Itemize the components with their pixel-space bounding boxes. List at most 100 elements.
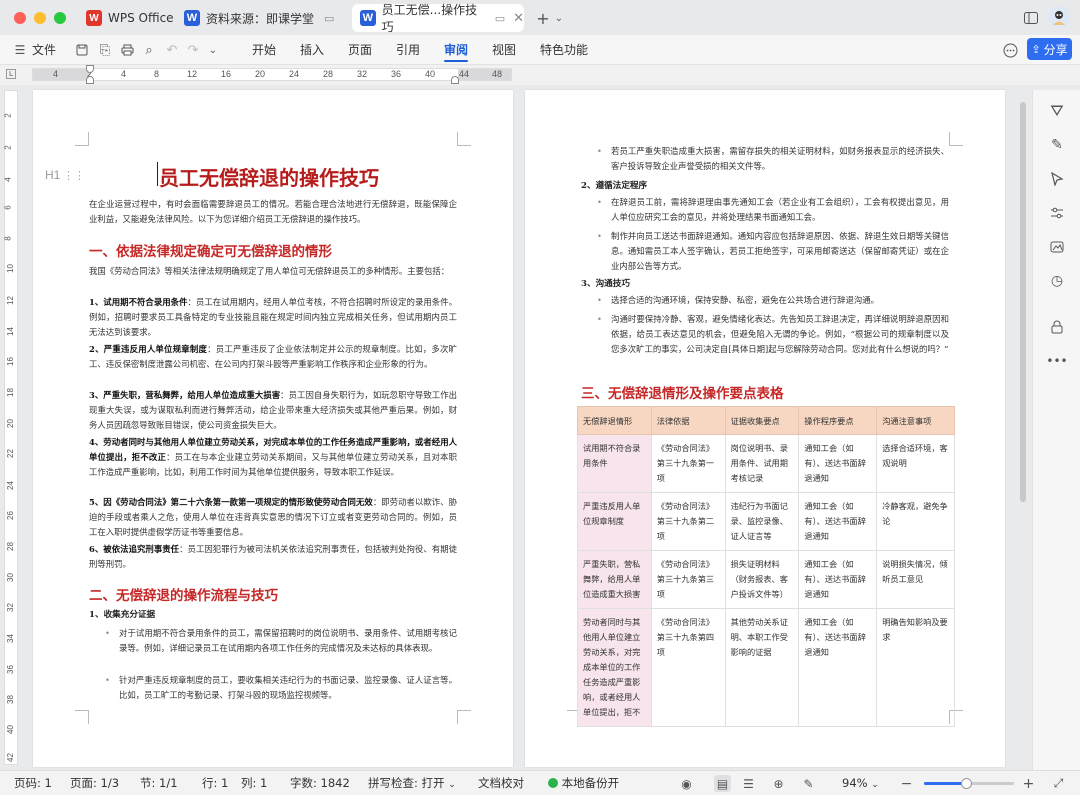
tab-references[interactable]: 引用 (396, 35, 420, 65)
vertical-ruler[interactable]: 2 2 4 6 8 10 12 14 16 18 20 22 24 26 28 … (4, 90, 18, 765)
status-backup[interactable]: 本地备份开 (548, 771, 619, 795)
chevron-down-icon[interactable]: ⌄ (203, 40, 223, 60)
list-item[interactable]: 制作并向员工送达书面辞退通知。通知内容应包括辞退原因、依据、辞退生效日期等关键信… (597, 229, 949, 274)
zoom-slider[interactable] (924, 778, 1014, 789)
table-cell[interactable]: 选择合适环境，客观说明 (876, 434, 955, 493)
save-icon[interactable] (72, 40, 92, 60)
table-header-cell[interactable]: 操作程序要点 (798, 406, 878, 435)
print-icon[interactable] (117, 40, 137, 60)
right-indent-handle[interactable] (451, 76, 459, 84)
web-view-icon[interactable]: ⊕ (770, 775, 787, 792)
minimize-window-button[interactable] (34, 12, 46, 24)
left-indent-handle[interactable] (86, 76, 94, 84)
document-page-2[interactable]: 若员工严重失职造成重大损害，需留存损失的相关证明材料，如财务报表显示的经济损失、… (525, 90, 1005, 767)
tab-stop-selector[interactable]: L (6, 69, 16, 79)
tab-wps-office[interactable]: W WPS Office (78, 4, 174, 32)
export-icon[interactable]: ⎘ (95, 40, 115, 60)
filter-icon[interactable]: ⛛ (1046, 100, 1068, 122)
pointer-icon[interactable] (1046, 168, 1068, 190)
table-cell[interactable]: 试用期不符合录用条件 (577, 434, 652, 493)
table-header-cell[interactable]: 法律依据 (650, 406, 726, 435)
page-view-icon[interactable]: ▤ (714, 775, 731, 792)
list-item[interactable]: 5、因《劳动合同法》第二十六条第一款第一项规定的情形致使劳动合同无效：即劳动者以… (89, 495, 457, 540)
tab-page[interactable]: 页面 (348, 35, 372, 65)
table-cell[interactable]: 通知工会（如有）、送达书面辞退通知 (798, 550, 878, 609)
scrollbar-thumb[interactable] (1020, 102, 1026, 502)
document-page-1[interactable]: H1 ⋮⋮ 员工无偿辞退的操作技巧 在企业运营过程中，有时会面临需要辞退员工的情… (33, 90, 513, 767)
table-header-cell[interactable]: 证据收集要点 (724, 406, 800, 435)
section-3-heading[interactable]: 三、无偿辞退情形及操作要点表格 (581, 382, 784, 402)
zoom-out-button[interactable]: − (898, 775, 915, 792)
status-page-code[interactable]: 页码: 1 (14, 771, 52, 795)
table-cell[interactable]: 说明损失情况，倾听员工意见 (876, 550, 955, 609)
tab-source-doc[interactable]: W 资料来源：即课学堂 ▭ (176, 4, 348, 32)
table-header-cell[interactable]: 沟通注意事项 (876, 406, 955, 435)
zoom-in-button[interactable]: + (1020, 775, 1037, 792)
step-2-heading[interactable]: 2、遵循法定程序 (581, 179, 647, 191)
table-cell[interactable]: 违纪行为书面记录、监控录像、证人证言等 (724, 492, 800, 551)
more-options-icon[interactable] (1000, 40, 1020, 60)
drag-handle-icon[interactable]: ⋮⋮ (63, 169, 85, 182)
sidebar-toggle-icon[interactable] (1022, 8, 1040, 28)
table-cell[interactable]: 明确告知影响及要求 (876, 608, 955, 727)
share-button[interactable]: ⇪ 分享 (1027, 38, 1072, 60)
more-icon[interactable]: ••• (1046, 350, 1068, 372)
table-cell[interactable]: 《劳动合同法》第三十九条第一项 (650, 434, 726, 493)
table-cell[interactable]: 《劳动合同法》第三十九条第二项 (650, 492, 726, 551)
settings-sliders-icon[interactable] (1046, 202, 1068, 224)
section-1-intro[interactable]: 我国《劳动合同法》等相关法律法规明确规定了用人单位可无偿辞退员工的多种情形。主要… (89, 264, 457, 279)
list-item[interactable]: 在辞退员工前，需将辞退理由事先通知工会（若企业有工会组织），工会有权提出意见，用… (597, 195, 949, 225)
table-cell[interactable]: 严重失职，营私舞弊，给用人单位造成重大损害 (577, 550, 652, 609)
fullscreen-icon[interactable]: ⤢ (1050, 775, 1067, 792)
history-icon[interactable]: ◷ (1046, 270, 1068, 292)
table-cell[interactable]: 冷静客观，避免争论 (876, 492, 955, 551)
table-cell[interactable]: 《劳动合同法》第三十九条第三项 (650, 550, 726, 609)
list-item[interactable]: 1、试用期不符合录用条件：员工在试用期内，经用人单位考核，不符合招聘时所设定的录… (89, 295, 457, 340)
status-col[interactable]: 列: 1 (241, 771, 267, 795)
intro-paragraph[interactable]: 在企业运营过程中，有时会面临需要辞退员工的情况。若能合理合法地进行无偿辞退，既能… (89, 197, 457, 227)
chevron-down-icon[interactable]: ⌄ (553, 8, 565, 28)
tab-special-features[interactable]: 特色功能 (540, 35, 588, 65)
status-spell-check[interactable]: 拼写检查: 打开 ⌄ (368, 771, 456, 795)
section-2-heading[interactable]: 二、无偿辞退的操作流程与技巧 (89, 584, 278, 604)
read-mode-icon[interactable]: ✎ (800, 775, 817, 792)
list-item[interactable]: 2、严重违反用人单位规章制度：员工严重违反了企业依法制定并公示的规章制度。比如，… (89, 342, 457, 372)
print-preview-icon[interactable]: ⌕ (139, 40, 159, 60)
table-cell[interactable]: 《劳动合同法》第三十九条第四项 (650, 608, 726, 727)
step-1-heading[interactable]: 1、收集充分证据 (89, 608, 155, 620)
horizontal-ruler[interactable]: 4 2 4 8 12 16 20 24 28 32 36 40 44 48 (32, 68, 512, 81)
undo-icon[interactable]: ↶ (162, 40, 182, 60)
status-row[interactable]: 行: 1 (202, 771, 228, 795)
list-item[interactable]: 针对严重违反规章制度的员工，要收集相关违纪行为的书面记录、监控录像、证人证言等。… (105, 673, 457, 703)
zoom-slider-handle[interactable] (961, 778, 973, 789)
table-cell[interactable]: 通知工会（如有）、送达书面辞退通知 (798, 434, 878, 493)
section-1-heading[interactable]: 一、依据法律规定确定可无偿辞退的情形 (89, 240, 332, 260)
list-item[interactable]: 选择合适的沟通环境，保持安静、私密，避免在公共场合进行辞退沟通。 (597, 293, 949, 308)
maximize-window-button[interactable] (54, 12, 66, 24)
list-item[interactable]: 4、劳动者同时与其他用人单位建立劳动关系，对完成本单位的工作任务造成严重影响，或… (89, 435, 457, 480)
pen-icon[interactable]: ✎ (1046, 134, 1068, 156)
hamburger-menu-icon[interactable]: ☰ (10, 40, 30, 60)
lock-icon[interactable] (1046, 316, 1068, 338)
close-tab-icon[interactable]: ✕ (513, 11, 524, 26)
list-item[interactable]: 6、被依法追究刑事责任：员工因犯罪行为被司法机关依法追究刑事责任，包括被判处拘役… (89, 542, 457, 572)
close-window-button[interactable] (14, 12, 26, 24)
eye-icon[interactable]: ◉ (678, 775, 695, 792)
list-item[interactable]: 对于试用期不符合录用条件的员工，需保留招聘时的岗位说明书、录用条件、试用期考核记… (105, 626, 457, 656)
image-edit-icon[interactable] (1046, 236, 1068, 258)
list-item[interactable]: 若员工严重失职造成重大损害，需留存损失的相关证明材料，如财务报表显示的经济损失、… (597, 144, 949, 174)
new-tab-button[interactable]: + (534, 8, 552, 28)
list-item[interactable]: 3、严重失职，营私舞弊，给用人单位造成重大损害：员工因自身失职行为，如玩忽职守导… (89, 388, 457, 433)
status-pages[interactable]: 页面: 1/3 (70, 771, 119, 795)
table-cell[interactable]: 损失证明材料（财务报表、客户投诉文件等） (724, 550, 800, 609)
avatar[interactable] (1048, 6, 1070, 28)
table-header-cell[interactable]: 无偿辞退情形 (577, 406, 652, 435)
status-section[interactable]: 节: 1/1 (140, 771, 178, 795)
redo-icon[interactable]: ↷ (183, 40, 203, 60)
table-cell[interactable]: 通知工会（如有）、送达书面辞退通知 (798, 492, 878, 551)
table-cell[interactable]: 通知工会（如有）、送达书面辞退通知 (798, 608, 878, 727)
table-cell[interactable]: 严重违反用人单位规章制度 (577, 492, 652, 551)
menu-file[interactable]: 文件 (32, 35, 56, 65)
list-item[interactable]: 沟通时要保持冷静、客观，避免情绪化表达。先告知员工辞退决定，再详细说明辞退原因和… (597, 312, 949, 357)
table-cell[interactable]: 劳动者同时与其他用人单位建立劳动关系，对完成本单位的工作任务造成严重影响，或者经… (577, 608, 652, 727)
